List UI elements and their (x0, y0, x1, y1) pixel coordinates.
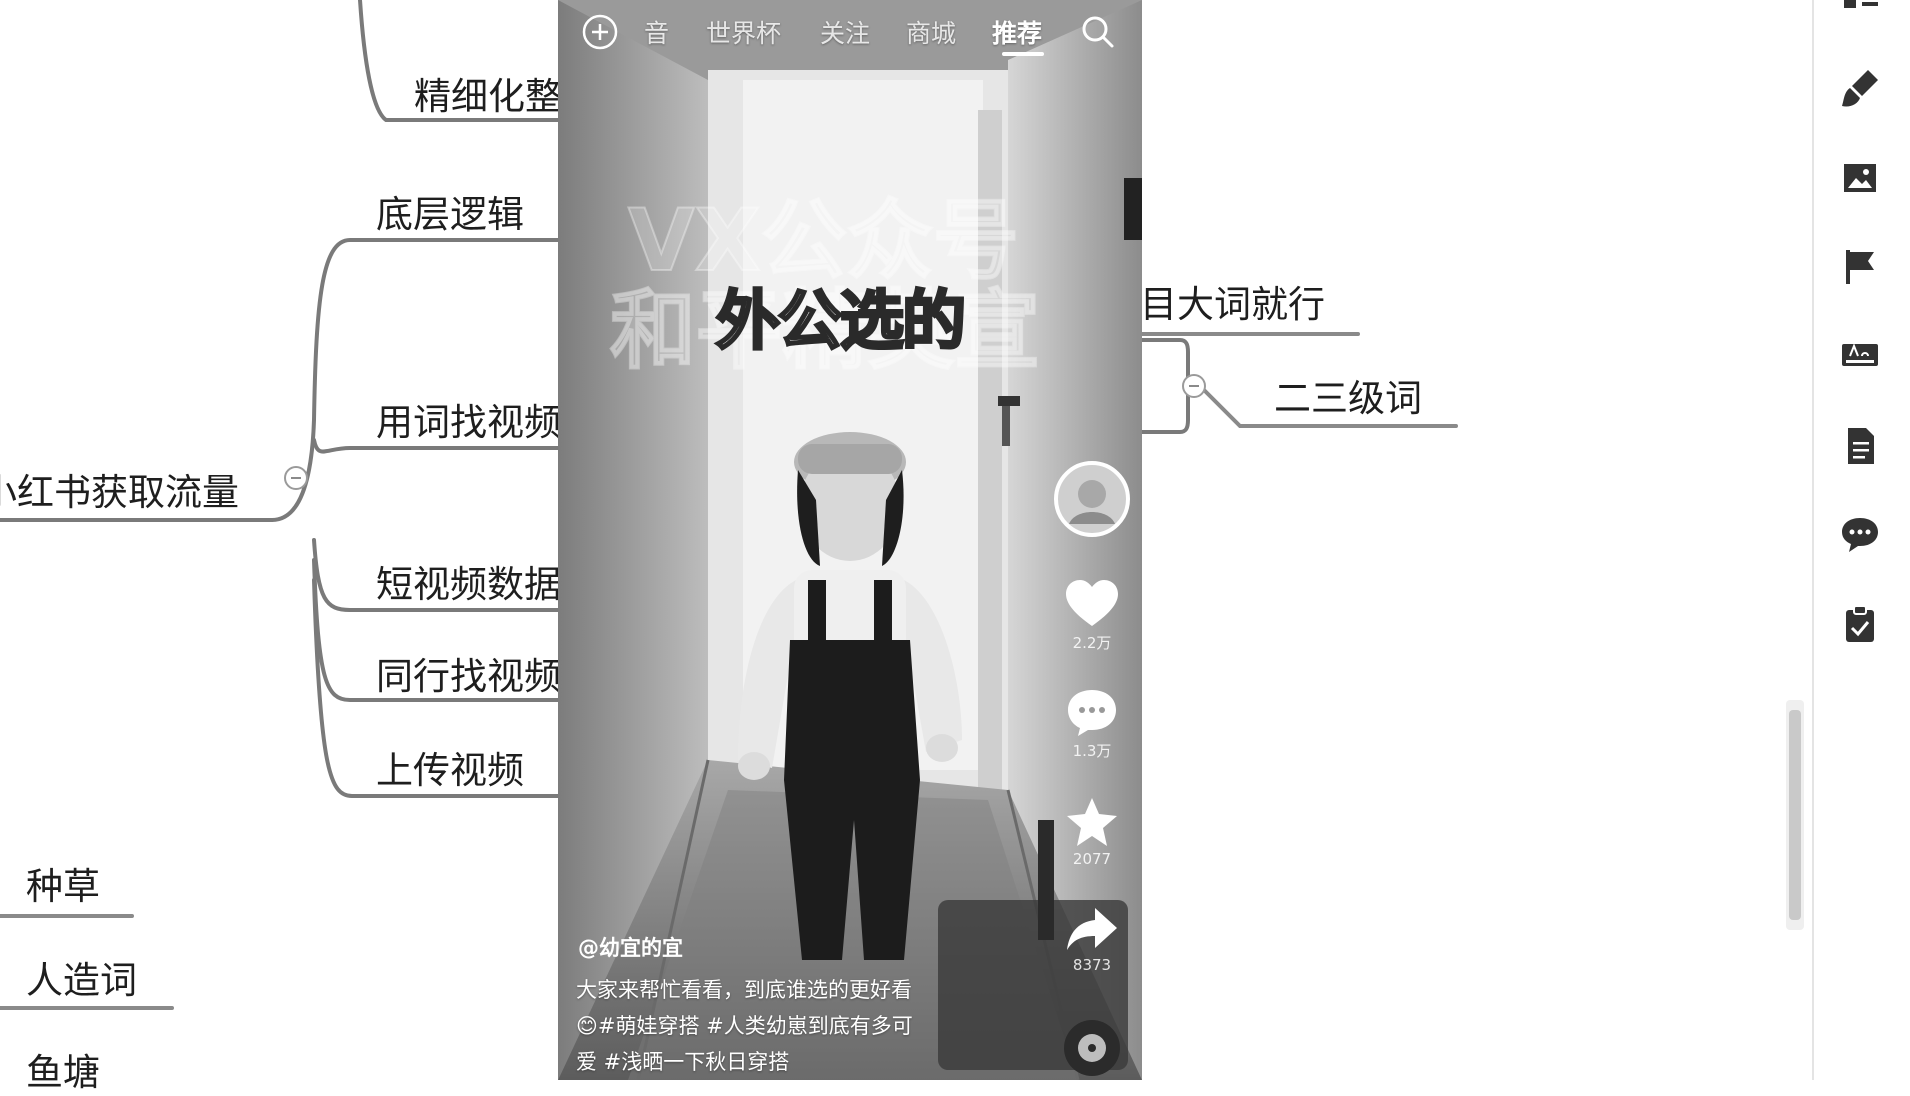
add-icon[interactable] (580, 12, 620, 52)
tab-mall[interactable]: 商城 (906, 14, 956, 50)
tab-following[interactable]: 关注 (820, 14, 870, 50)
music-disc[interactable] (1052, 1018, 1132, 1078)
progress-handle[interactable] (1124, 178, 1142, 240)
node-big-word[interactable]: 目大词就行 (1140, 274, 1325, 328)
node-upload-video[interactable]: 上传视频 (376, 740, 524, 794)
node-find-video-by-words[interactable]: 用词找视频 (376, 392, 561, 446)
like-button[interactable]: 2.2万 (1052, 578, 1132, 653)
node-artificial-word[interactable]: 人造词 (26, 950, 137, 1004)
vertical-scrollbar-thumb[interactable] (1789, 710, 1801, 920)
collapse-icon[interactable] (284, 466, 308, 490)
task-icon[interactable] (1838, 602, 1882, 646)
video-hashtags[interactable]: 爱 #浅晒一下秋日穿搭 (576, 1046, 789, 1076)
search-icon[interactable] (1078, 12, 1118, 52)
structure-icon[interactable] (1838, 0, 1882, 36)
text-style-icon[interactable] (1838, 334, 1882, 378)
right-toolbar (1812, 0, 1910, 1080)
video-player[interactable]: VX公众号 和平精英宣 外公选的 音 世界杯 关注 商城 推荐 2.2万 1.3… (558, 0, 1142, 1080)
comment-button[interactable]: 1.3万 (1052, 686, 1132, 761)
share-arrow-icon (1067, 908, 1117, 950)
node-underlying-logic[interactable]: 底层逻辑 (376, 184, 524, 238)
music-disc-icon (1064, 1020, 1120, 1076)
node-secondary-words[interactable]: 二三级词 (1274, 368, 1422, 422)
star-icon (1067, 798, 1117, 846)
like-count: 2.2万 (1072, 634, 1112, 652)
active-tab-indicator (1002, 52, 1044, 56)
flag-icon[interactable] (1838, 244, 1882, 288)
tab-recommended[interactable]: 推荐 (992, 14, 1042, 50)
video-description: 大家来帮忙看看，到底谁选的更好看 (576, 978, 912, 1002)
image-icon[interactable] (1838, 156, 1882, 200)
node-seed-grass[interactable]: 种草 (26, 856, 100, 910)
favorite-count: 2077 (1072, 850, 1112, 868)
node-short-video-data[interactable]: 短视频数据 (376, 554, 561, 608)
heart-icon (1066, 580, 1118, 626)
tab-world-cup[interactable]: 世界杯 (706, 14, 781, 50)
collapse-icon[interactable] (1182, 374, 1206, 398)
tab-music[interactable]: 音 (644, 14, 669, 50)
node-fish-pond[interactable]: 鱼塘 (26, 1042, 100, 1096)
node-finetune[interactable]: 精细化整 (414, 66, 562, 120)
favorite-button[interactable]: 2077 (1052, 796, 1132, 868)
note-icon[interactable] (1838, 424, 1882, 468)
video-caption: 外公选的 (715, 284, 968, 361)
comment-bubble-icon[interactable] (1838, 512, 1882, 556)
share-button[interactable]: 8373 (1052, 904, 1132, 974)
share-count: 8373 (1072, 956, 1112, 974)
comment-count: 1.3万 (1072, 742, 1112, 760)
video-hashtags[interactable]: 😊#萌娃穿搭 #人类幼崽到底有多可 (576, 1010, 913, 1040)
node-root-xiaohongshu-traffic[interactable]: 小红书获取流量 (0, 462, 239, 516)
video-top-tabs: 音 世界杯 关注 商城 推荐 (558, 0, 1142, 64)
comment-icon (1068, 690, 1116, 736)
avatar-icon[interactable] (1053, 460, 1131, 538)
paint-brush-icon[interactable] (1838, 66, 1882, 110)
author-name[interactable]: @幼宜的宜 (578, 932, 683, 962)
author-avatar[interactable] (1052, 460, 1132, 538)
node-peer-find-video[interactable]: 同行找视频 (376, 646, 561, 700)
